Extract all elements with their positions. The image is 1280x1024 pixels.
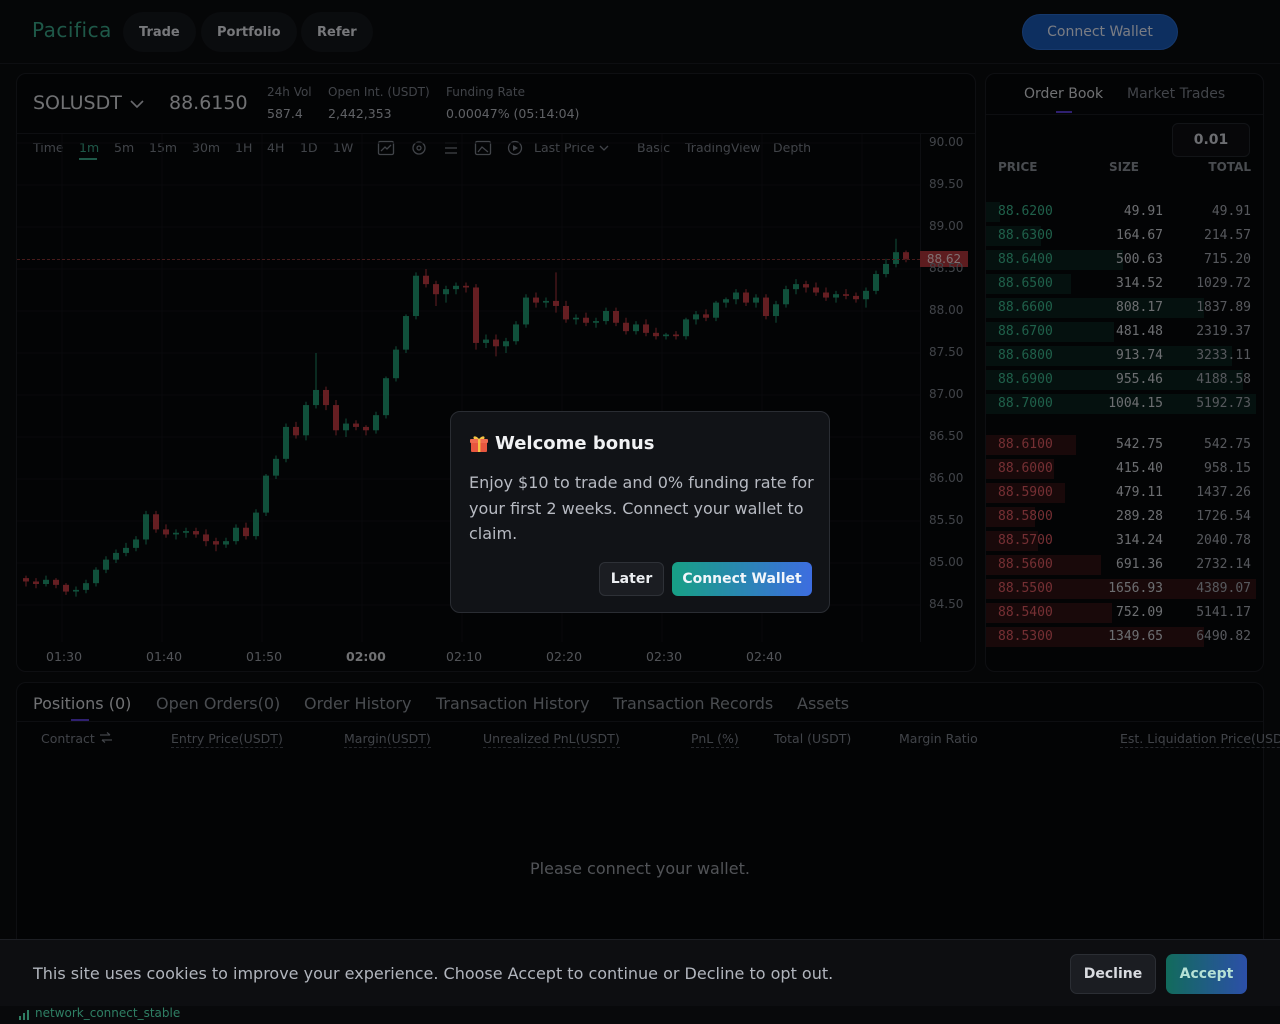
signal-icon [19,1010,29,1020]
decline-button[interactable]: Decline [1070,954,1156,994]
status-bar: network_connect_stable [0,1006,1280,1024]
cookie-banner: This site uses cookies to improve your e… [0,939,1280,1006]
connection-status: network_connect_stable [35,1006,181,1020]
gift-icon [470,436,488,452]
modal-connect-wallet-button[interactable]: Connect Wallet [672,562,812,596]
accept-button[interactable]: Accept [1166,954,1247,994]
cookie-message: This site uses cookies to improve your e… [33,964,834,983]
welcome-bonus-modal: Welcome bonus Enjoy $10 to trade and 0% … [450,411,830,613]
later-button[interactable]: Later [599,562,664,596]
modal-body: Enjoy $10 to trade and 0% funding rate f… [469,473,814,543]
modal-title: Welcome bonus [495,433,655,454]
